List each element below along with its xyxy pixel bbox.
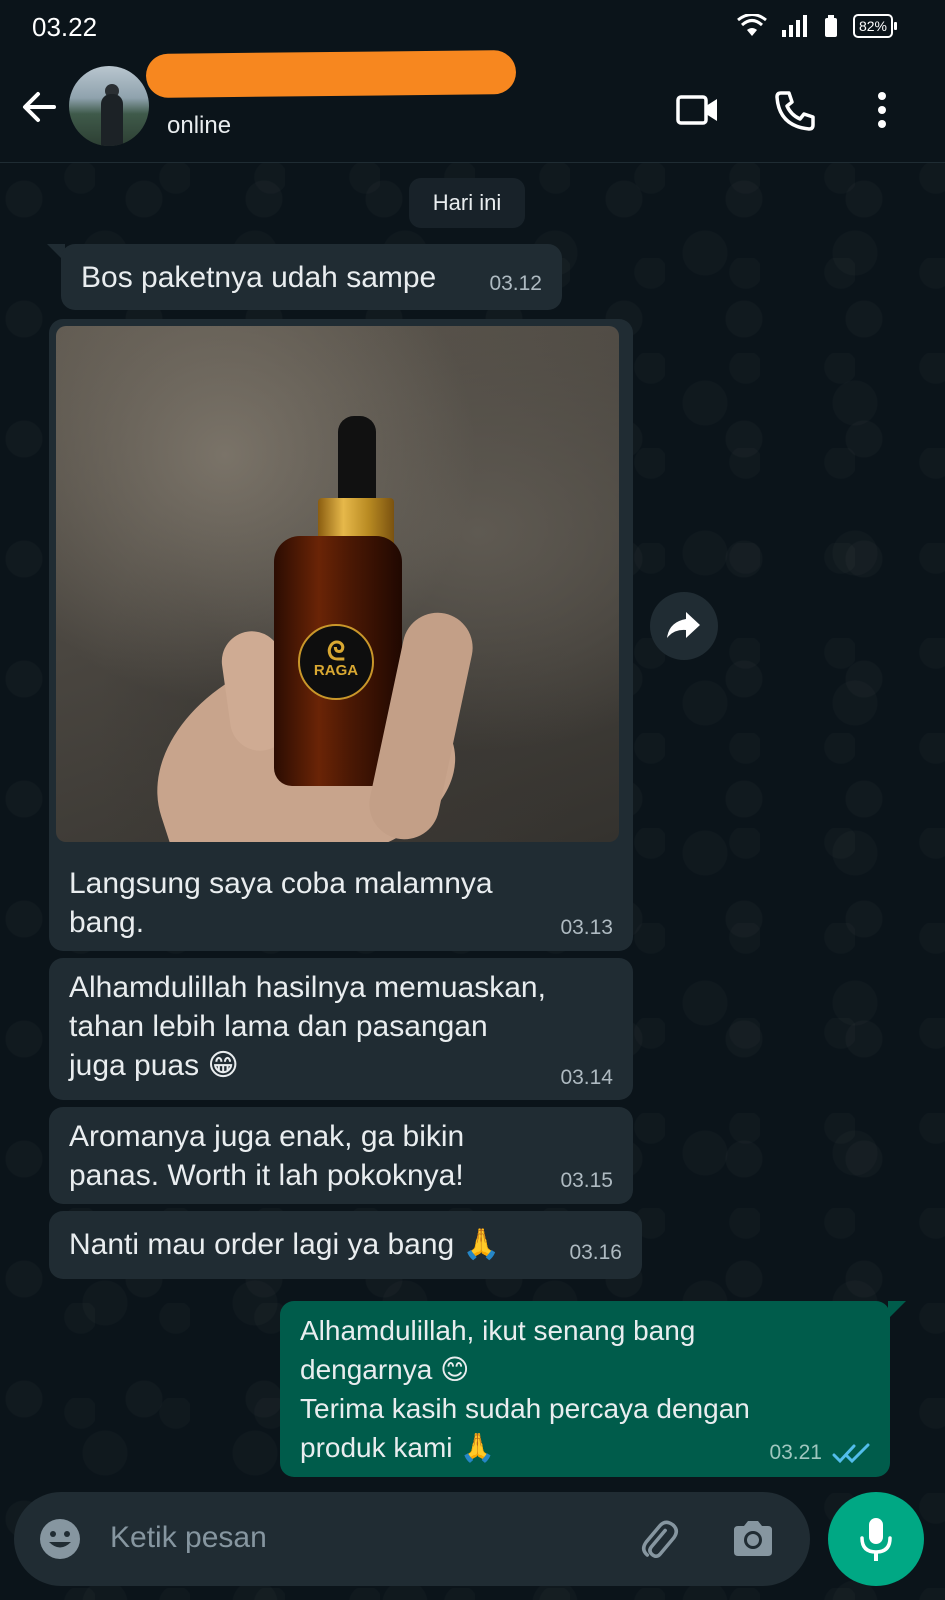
status-bar: 03.22 82% (0, 0, 945, 52)
outgoing-message[interactable]: Alhamdulillah, ikut senang bang dengarny… (280, 1301, 890, 1477)
battery-saver-icon (824, 15, 837, 37)
message-text: Alhamdulillah hasilnya memuaskan, tahan … (69, 971, 546, 1082)
bubble-tail (888, 1301, 906, 1319)
message-input[interactable]: Ketik pesan (110, 1521, 267, 1555)
product-photo[interactable]: ᘓ RAGA (56, 326, 619, 842)
incoming-message[interactable]: Bos paketnya udah sampe 03.12 (61, 244, 562, 310)
camera-icon[interactable] (730, 1518, 776, 1560)
message-time: 03.15 (560, 1169, 613, 1192)
message-time: 03.14 (560, 1066, 613, 1089)
forward-arrow-icon (667, 612, 700, 638)
double-check-icon (832, 1443, 870, 1464)
battery-level: 82% (852, 14, 898, 38)
avatar-person (101, 94, 123, 146)
chat-header: online (0, 50, 945, 163)
contact-status: online (167, 112, 232, 139)
contact-name-redacted[interactable] (145, 50, 517, 98)
incoming-message[interactable]: Aromanya juga enak, ga bikin panas. Wort… (49, 1107, 633, 1204)
status-time: 03.22 (32, 12, 98, 42)
forward-button[interactable] (650, 592, 718, 660)
back-arrow-icon[interactable] (18, 86, 60, 128)
message-text: Langsung saya coba malamnya bang. (69, 867, 493, 939)
incoming-message[interactable]: Alhamdulillah hasilnya memuaskan, tahan … (49, 958, 633, 1100)
incoming-image-message[interactable]: ᘓ RAGA Langsung saya coba malamnya bang.… (49, 319, 633, 951)
raga-logo: ᘓ RAGA (298, 624, 374, 700)
status-icons: 82% (737, 14, 898, 38)
signal-icon (781, 15, 807, 37)
attach-icon[interactable] (636, 1517, 682, 1563)
message-time: 03.12 (489, 272, 542, 295)
message-text: Bos paketnya udah sampe (81, 261, 437, 294)
message-text: Aromanya juga enak, ga bikin panas. Wort… (69, 1120, 465, 1192)
logo-text: RAGA (313, 662, 359, 679)
dropper-cap (338, 416, 376, 502)
message-text: Nanti mau order lagi ya bang 🙏 (69, 1228, 500, 1261)
voice-message-button[interactable] (828, 1492, 924, 1586)
date-chip: Hari ini (409, 178, 525, 228)
video-call-icon[interactable] (676, 88, 720, 132)
message-text: Alhamdulillah, ikut senang bang dengarny… (300, 1315, 750, 1463)
message-composer[interactable]: Ketik pesan (14, 1492, 810, 1586)
message-time: 03.16 (569, 1241, 622, 1264)
contact-avatar[interactable] (69, 66, 149, 146)
microphone-icon (860, 1518, 892, 1561)
snake-icon: ᘓ (326, 636, 346, 666)
emoji-icon[interactable] (38, 1517, 82, 1561)
message-time: 03.21 (769, 1441, 822, 1464)
phone-call-icon[interactable] (773, 88, 817, 132)
message-time: 03.13 (560, 916, 613, 939)
incoming-message[interactable]: Nanti mau order lagi ya bang 🙏 03.16 (49, 1211, 642, 1279)
more-options-icon[interactable] (860, 88, 904, 132)
wifi-icon (737, 14, 767, 36)
